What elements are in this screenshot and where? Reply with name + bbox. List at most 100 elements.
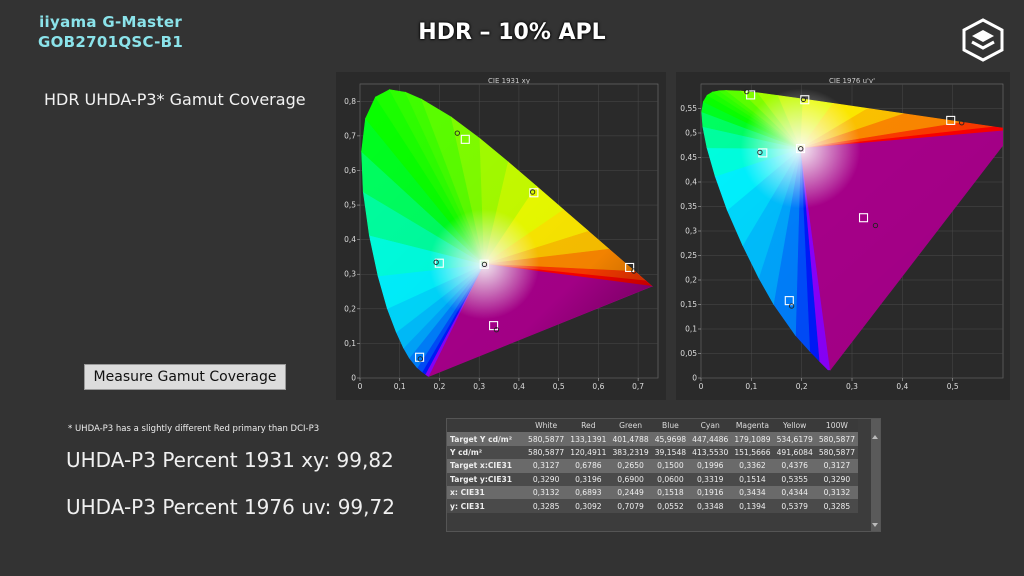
x-tick-label: 0,4 [513,382,525,391]
table-cell: 0,3132 [525,485,568,500]
table-row-label: Y cd/m² [447,445,525,460]
x-tick-label: 0,2 [433,382,445,391]
y-tick-label: 0,1 [685,325,697,334]
table-cell: 179,1089 [731,432,774,446]
x-tick-label: 0,1 [394,382,406,391]
y-tick-label: 0,55 [680,104,697,113]
table-cell: 0,1514 [731,472,774,486]
y-tick-label: 0,45 [680,153,697,162]
scroll-up-arrow-icon[interactable] [872,435,878,439]
scroll-down-arrow-icon[interactable] [872,523,878,527]
table-cell: 0,3290 [815,472,859,486]
table-cell: 0,2449 [609,485,652,500]
y-tick-label: 0,35 [680,202,697,211]
table-cell: 133,1391 [567,432,610,446]
table-cell: 0,3127 [815,459,859,473]
table-cell: 0,0600 [651,472,690,486]
y-tick-label: 0,3 [344,270,356,279]
cie1931-chart: CIE 1931 xy 0 0,1 0,2 0,3 0,4 0,5 0,6 0,7 0 0,1 0… [336,72,666,400]
measurement-grid: White Red Green Blue Cyan Magenta Yellow… [447,419,859,513]
table-header-blue: Blue [651,419,690,433]
cie1931-y-ticks: 0 0,1 0,2 0,3 0,4 0,5 0,6 0,7 0,8 [344,97,360,383]
page-title: HDR – 10% APL [418,20,606,45]
table-cell: 0,1916 [689,485,732,500]
table-row: Target x:CIE31 0,3127 0,6786 0,2650 0,1500 0,… [447,459,859,473]
table-cell: 0,6786 [567,459,610,473]
table-row-label: y: CIE31 [447,499,525,513]
cie1976-x-ticks: 0 0,1 0,2 0,3 0,4 0,5 [699,378,959,391]
y-tick-label: 0 [351,374,356,383]
table-cell: 0,0552 [651,499,690,513]
table-cell: 0,1394 [731,499,774,513]
cie1931-x-ticks: 0 0,1 0,2 0,3 0,4 0,5 0,6 0,7 [358,378,644,391]
table-cell: 0,3092 [567,499,610,513]
cie1976-chart: CIE 1976 u'v' 0 0,1 0,2 0,3 0,4 0,5 0 0,05 0,1 0… [676,72,1010,400]
x-tick-label: 0,3 [473,382,485,391]
y-tick-label: 0,4 [344,235,356,244]
table-row-label: Target Y cd/m² [447,432,525,446]
table-header-row: White Red Green Blue Cyan Magenta Yellow… [447,419,859,433]
cie1976-plot: CIE 1976 u'v' 0 0,1 0,2 0,3 0,4 0,5 00,050,10… [680,77,1004,391]
y-tick-label: 0,15 [680,300,697,309]
table-row: y: CIE31 0,3285 0,3092 0,7079 0,0552 0,3348 0,… [447,499,859,513]
table-cell: 0,5355 [773,472,816,486]
table-cell: 45,9698 [651,432,690,446]
table-cell: 447,4486 [689,432,732,446]
table-row-label: x: CIE31 [447,485,525,500]
y-tick-label: 0,7 [344,131,356,140]
table-cell: 0,7079 [609,499,652,513]
table-cell: 413,5530 [689,445,732,460]
table-cell: 0,3290 [525,472,568,486]
table-cell: 0,3285 [525,499,568,513]
table-row: Y cd/m² 580,5877 120,4911 383,2319 39,1548 41… [447,445,859,460]
table-cell: 580,5877 [525,432,568,446]
measure-gamut-coverage-button[interactable]: Measure Gamut Coverage [84,364,286,390]
percent-1976-readout: UHDA-P3 Percent 1976 uv: 99,72 [66,495,395,519]
table-cell: 120,4911 [567,445,610,460]
table-cell: 0,2650 [609,459,652,473]
y-tick-label: 0,6 [344,166,356,175]
table-header-yellow: Yellow [773,419,816,433]
table-cell: 39,1548 [651,445,690,460]
table-cell: 534,6179 [773,432,816,446]
table-cell: 151,5666 [731,445,774,460]
table-cell: 0,1500 [651,459,690,473]
table-header-cyan: Cyan [689,419,732,433]
table-cell: 580,5877 [525,445,568,460]
table-header-corner [447,419,525,433]
y-tick-label: 0,4 [685,178,697,187]
y-tick-label: 0,8 [344,97,356,106]
y-tick-label: 0,25 [680,251,697,260]
y-tick-label: 0,2 [685,276,697,285]
x-tick-label: 0,2 [796,382,808,391]
x-tick-label: 0,5 [553,382,565,391]
table-row-label: Target x:CIE31 [447,459,525,473]
table-scrollbar[interactable] [871,419,880,531]
table-row: Target y:CIE31 0,3290 0,3196 0,6900 0,0600 0,… [447,472,859,486]
table-cell: 0,3285 [815,499,859,513]
table-cell: 0,4344 [773,485,816,500]
table-cell: 0,3319 [689,472,732,486]
x-tick-label: 0,4 [896,382,908,391]
table-header-100w: 100W [815,419,859,433]
x-tick-label: 0,1 [745,382,757,391]
percent-1931-readout: UHDA-P3 Percent 1931 xy: 99,82 [66,448,394,472]
table-header-red: Red [567,419,610,433]
table-cell: 0,6893 [567,485,610,500]
x-tick-label: 0,5 [947,382,959,391]
table-row-label: Target y:CIE31 [447,472,525,486]
x-tick-label: 0 [699,382,704,391]
table-cell: 580,5877 [815,445,859,460]
table-cell: 0,3127 [525,459,568,473]
cie1931-plot: CIE 1931 xy 0 0,1 0,2 0,3 0,4 0,5 0,6 0,7 00,10… [344,77,659,391]
y-tick-label: 0,3 [685,227,697,236]
table-header-green: Green [609,419,652,433]
y-tick-label: 0,5 [344,201,356,210]
table-header-white: White [525,419,568,433]
table-cell: 491,6084 [773,445,816,460]
gamut-heading: HDR UHDA-P3* Gamut Coverage [44,90,306,109]
table-cell: 0,3348 [689,499,732,513]
y-tick-label: 0,05 [680,349,697,358]
y-tick-label: 0 [692,374,697,383]
table-cell: 0,1518 [651,485,690,500]
